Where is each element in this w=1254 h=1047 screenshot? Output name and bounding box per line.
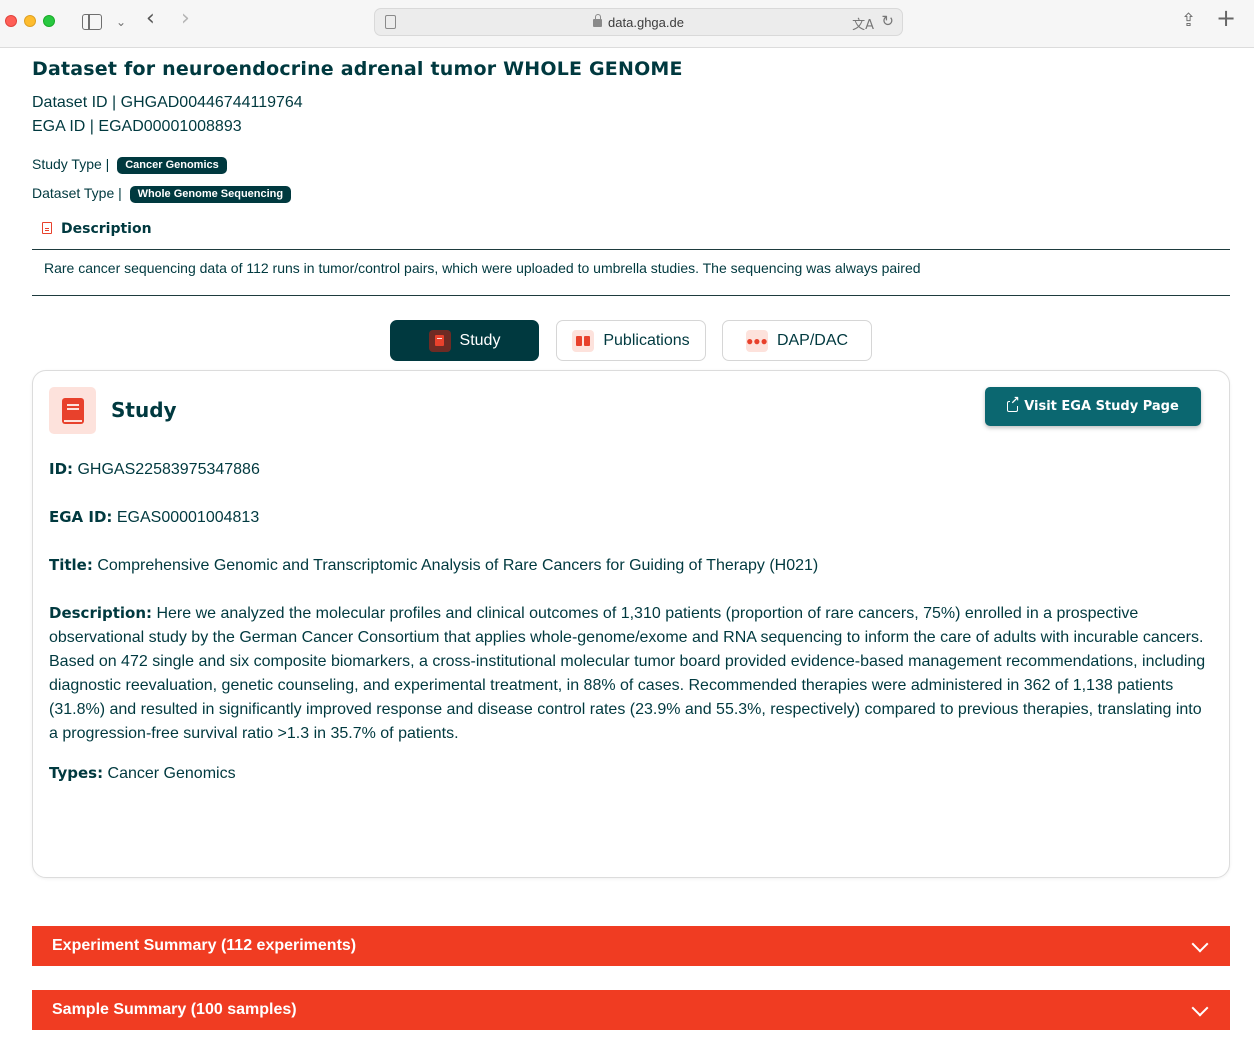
external-link-icon [1007,395,1020,412]
book-icon [49,387,96,434]
tab-publications[interactable]: Publications [556,320,706,361]
sample-summary-accordion[interactable]: Sample Summary (100 samples) [32,990,1230,1030]
chevron-down-icon[interactable] [1191,935,1209,953]
users-icon: ●●● [745,329,768,352]
study-type-badge: Cancer Genomics [117,157,227,174]
minimize-window-button[interactable] [24,15,36,27]
forward-arrow-icon[interactable]: › [181,8,190,30]
field-label: Types: [49,764,104,782]
close-window-button[interactable] [5,15,17,27]
study-types-field: Types: Cancer Genomics [49,761,236,786]
dataset-type-badge: Whole Genome Sequencing [129,186,292,203]
divider [32,295,1230,296]
tab-label: DAP/DAC [776,331,849,349]
page-title: Dataset for neuroendocrine adrenal tumor… [32,58,683,80]
accordion-title: Experiment Summary (112 experiments) [52,937,357,954]
chevron-down-icon[interactable] [1191,999,1209,1017]
field-value: GHGAS22583975347886 [77,461,260,478]
visit-ega-study-button[interactable]: Visit EGA Study Page [985,387,1201,426]
field-value: EGAS00001004813 [116,509,260,526]
description-heading: Description [42,221,152,237]
tab-study[interactable]: Study [390,320,539,361]
dataset-id: Dataset ID | GHGAD00446744119764 [32,94,303,111]
translate-icon[interactable]: 文A [852,14,874,33]
field-value: Here we analyzed the molecular profiles … [49,605,1206,742]
study-card: Study Visit EGA Study Page ID: GHGAS2258… [32,370,1230,878]
lock-icon [593,14,603,27]
study-type-label: Study Type | [32,156,110,172]
maximize-window-button[interactable] [43,15,55,27]
field-value: Comprehensive Genomic and Transcriptomic… [97,557,819,574]
document-icon [42,222,52,234]
tab-dap-dac[interactable]: ●●● DAP/DAC [722,320,872,361]
card-title: Study [111,398,177,422]
study-type-row: Study Type | Cancer Genomics [32,156,227,174]
divider [32,249,1230,250]
field-value: Cancer Genomics [107,765,236,782]
field-label: Title: [49,556,93,574]
accordion-title: Sample Summary (100 samples) [52,1001,297,1018]
experiment-summary-accordion[interactable]: Experiment Summary (112 experiments) [32,926,1230,966]
dataset-type-row: Dataset Type | Whole Genome Sequencing [32,185,292,203]
dataset-type-label: Dataset Type | [32,185,122,201]
reload-icon[interactable]: ↻ [881,12,894,30]
field-label: EGA ID: [49,508,113,526]
field-label: Description: [49,604,153,622]
address-bar[interactable]: data.ghga.de 文A ↻ [374,8,903,36]
tab-label: Publications [603,331,690,349]
back-arrow-icon[interactable]: ‹ [146,8,155,30]
url-text: data.ghga.de [608,15,684,30]
field-label: ID: [49,460,74,478]
study-description-field: Description: Here we analyzed the molecu… [49,601,1209,746]
ega-id: EGA ID | EGAD00001008893 [32,118,242,135]
dataset-description: Rare cancer sequencing data of 112 runs … [44,260,921,276]
browser-toolbar: ⌄ ‹ › data.ghga.de 文A ↻ ⇪ + [0,0,1254,48]
tab-label: Study [459,331,501,349]
chevron-down-icon[interactable]: ⌄ [116,12,126,32]
open-book-icon [572,329,595,352]
sidebar-toggle-icon[interactable] [82,14,102,30]
study-id-field: ID: GHGAS22583975347886 [49,457,260,482]
study-ega-id-field: EGA ID: EGAS00001004813 [49,505,259,530]
study-title-field: Title: Comprehensive Genomic and Transcr… [49,553,818,578]
new-tab-icon[interactable]: + [1216,6,1236,30]
share-icon[interactable]: ⇪ [1181,11,1196,31]
book-icon [428,329,451,352]
